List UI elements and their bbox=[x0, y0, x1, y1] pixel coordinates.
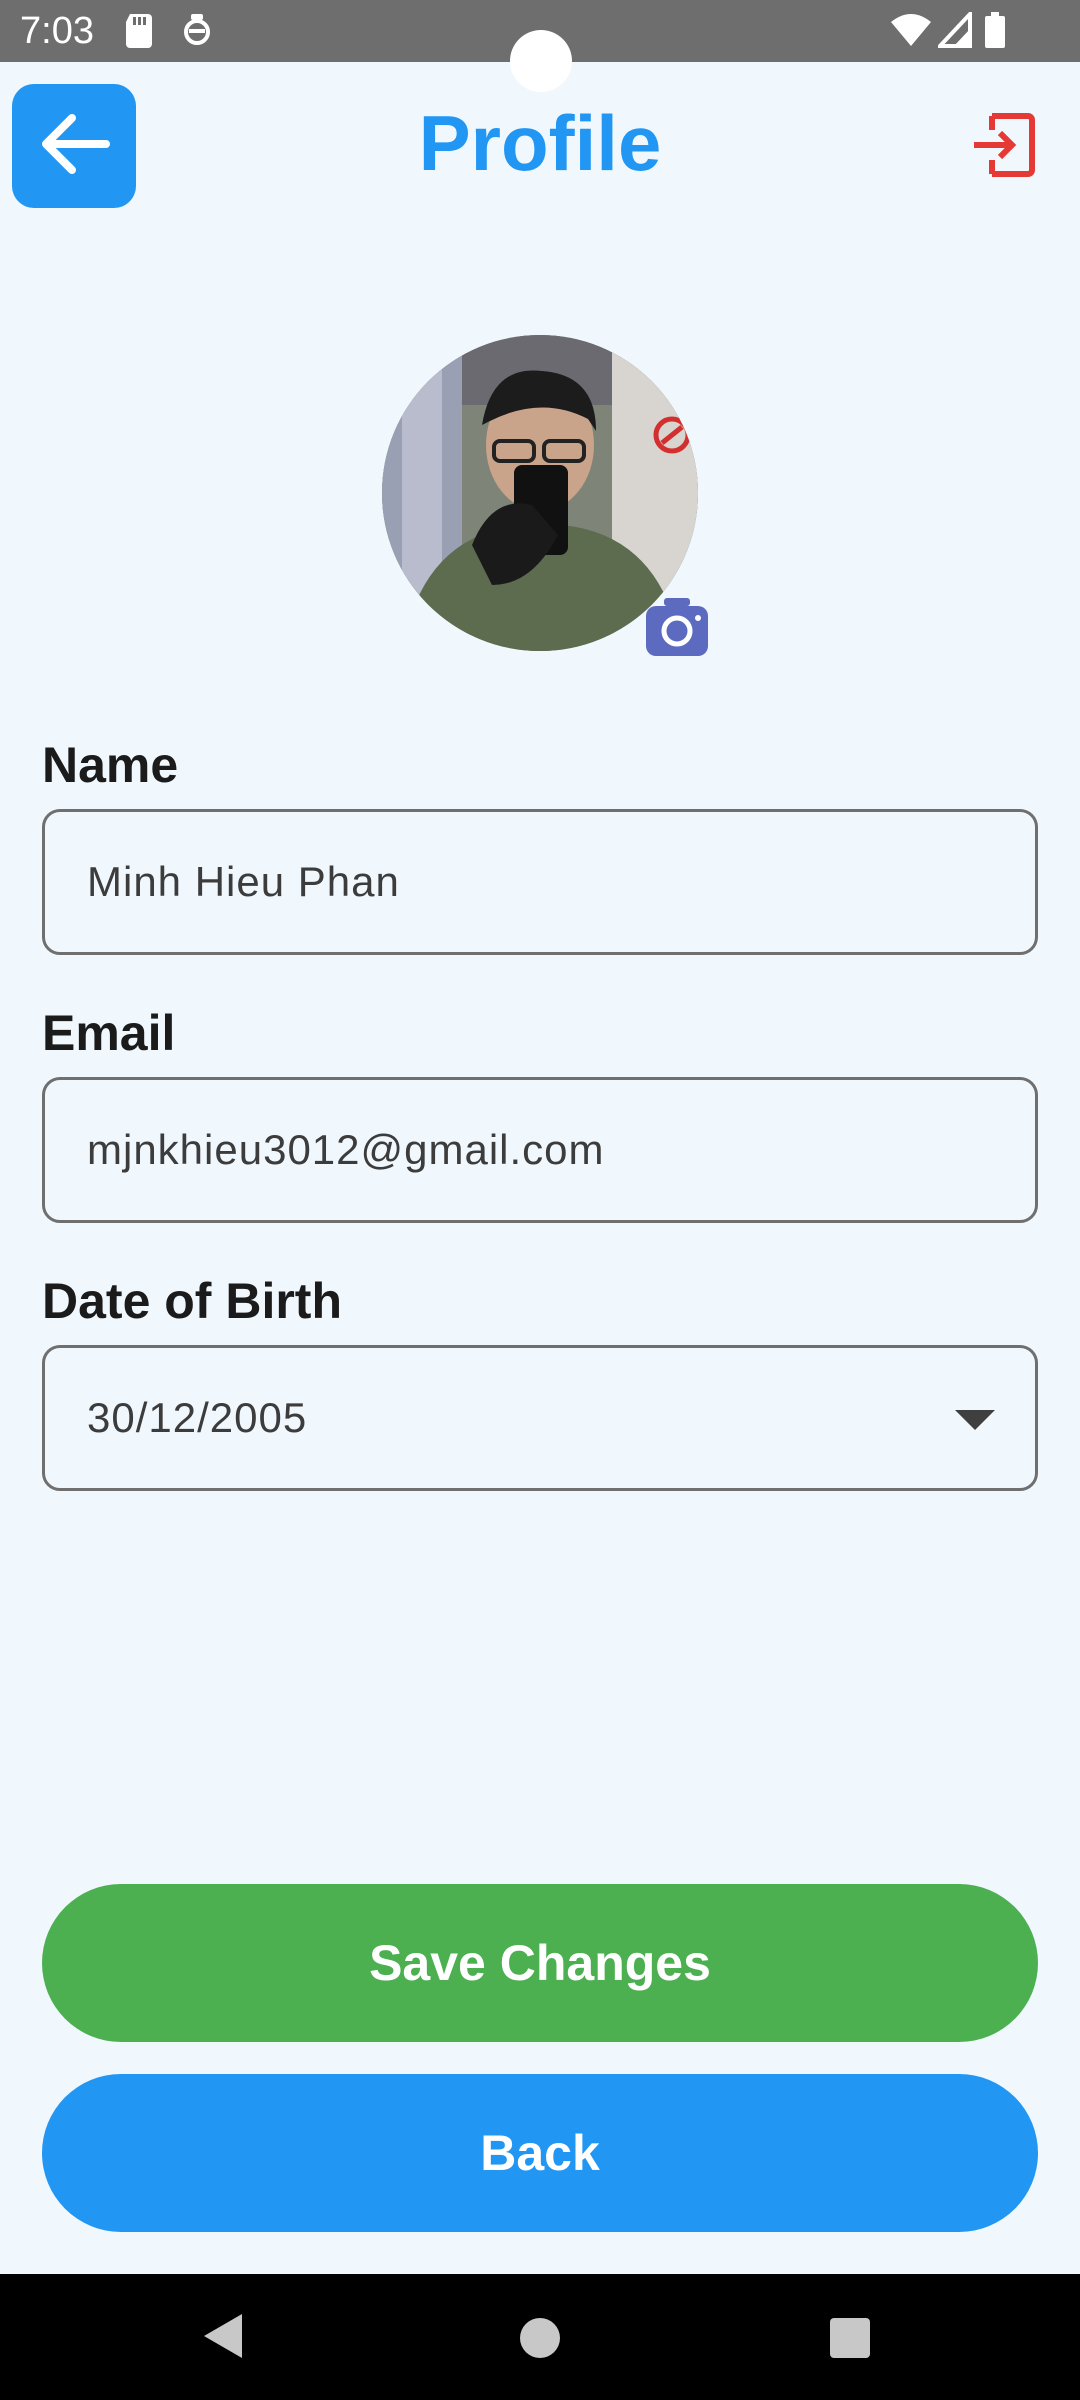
chevron-down-icon bbox=[955, 1410, 995, 1430]
email-field[interactable] bbox=[42, 1077, 1038, 1223]
dob-label: Date of Birth bbox=[42, 1273, 342, 1329]
name-label: Name bbox=[42, 737, 179, 793]
email-input[interactable] bbox=[87, 1126, 947, 1174]
logout-icon bbox=[970, 112, 1036, 183]
wifi-icon bbox=[890, 12, 932, 53]
battery-icon bbox=[984, 12, 1006, 53]
email-label: Email bbox=[42, 1005, 176, 1061]
name-input[interactable] bbox=[87, 858, 947, 906]
nav-home-icon[interactable] bbox=[520, 2318, 560, 2358]
change-photo-button[interactable] bbox=[644, 597, 710, 663]
dob-value: 30/12/2005 bbox=[87, 1394, 308, 1441]
profile-screen: 7:03 Profile Name Minh Hieu Phan Email m… bbox=[0, 0, 1080, 2400]
dob-dropdown[interactable]: 30/12/2005 bbox=[42, 1345, 1038, 1491]
header: Profile bbox=[0, 62, 1080, 232]
save-changes-button[interactable]: Save Changes bbox=[42, 1884, 1038, 2042]
page-title: Profile bbox=[418, 99, 662, 187]
signal-icon bbox=[935, 8, 972, 53]
name-field[interactable] bbox=[42, 809, 1038, 955]
sd-card-icon bbox=[124, 12, 154, 53]
system-nav-bar bbox=[0, 2274, 1080, 2400]
nav-recents-icon[interactable] bbox=[830, 2318, 870, 2358]
notification-icon bbox=[182, 12, 212, 53]
nav-back-icon[interactable] bbox=[204, 2314, 242, 2358]
logout-button[interactable] bbox=[966, 110, 1040, 184]
camera-icon bbox=[644, 597, 710, 663]
back-button[interactable]: Back bbox=[42, 2074, 1038, 2232]
status-time: 7:03 bbox=[20, 10, 94, 52]
